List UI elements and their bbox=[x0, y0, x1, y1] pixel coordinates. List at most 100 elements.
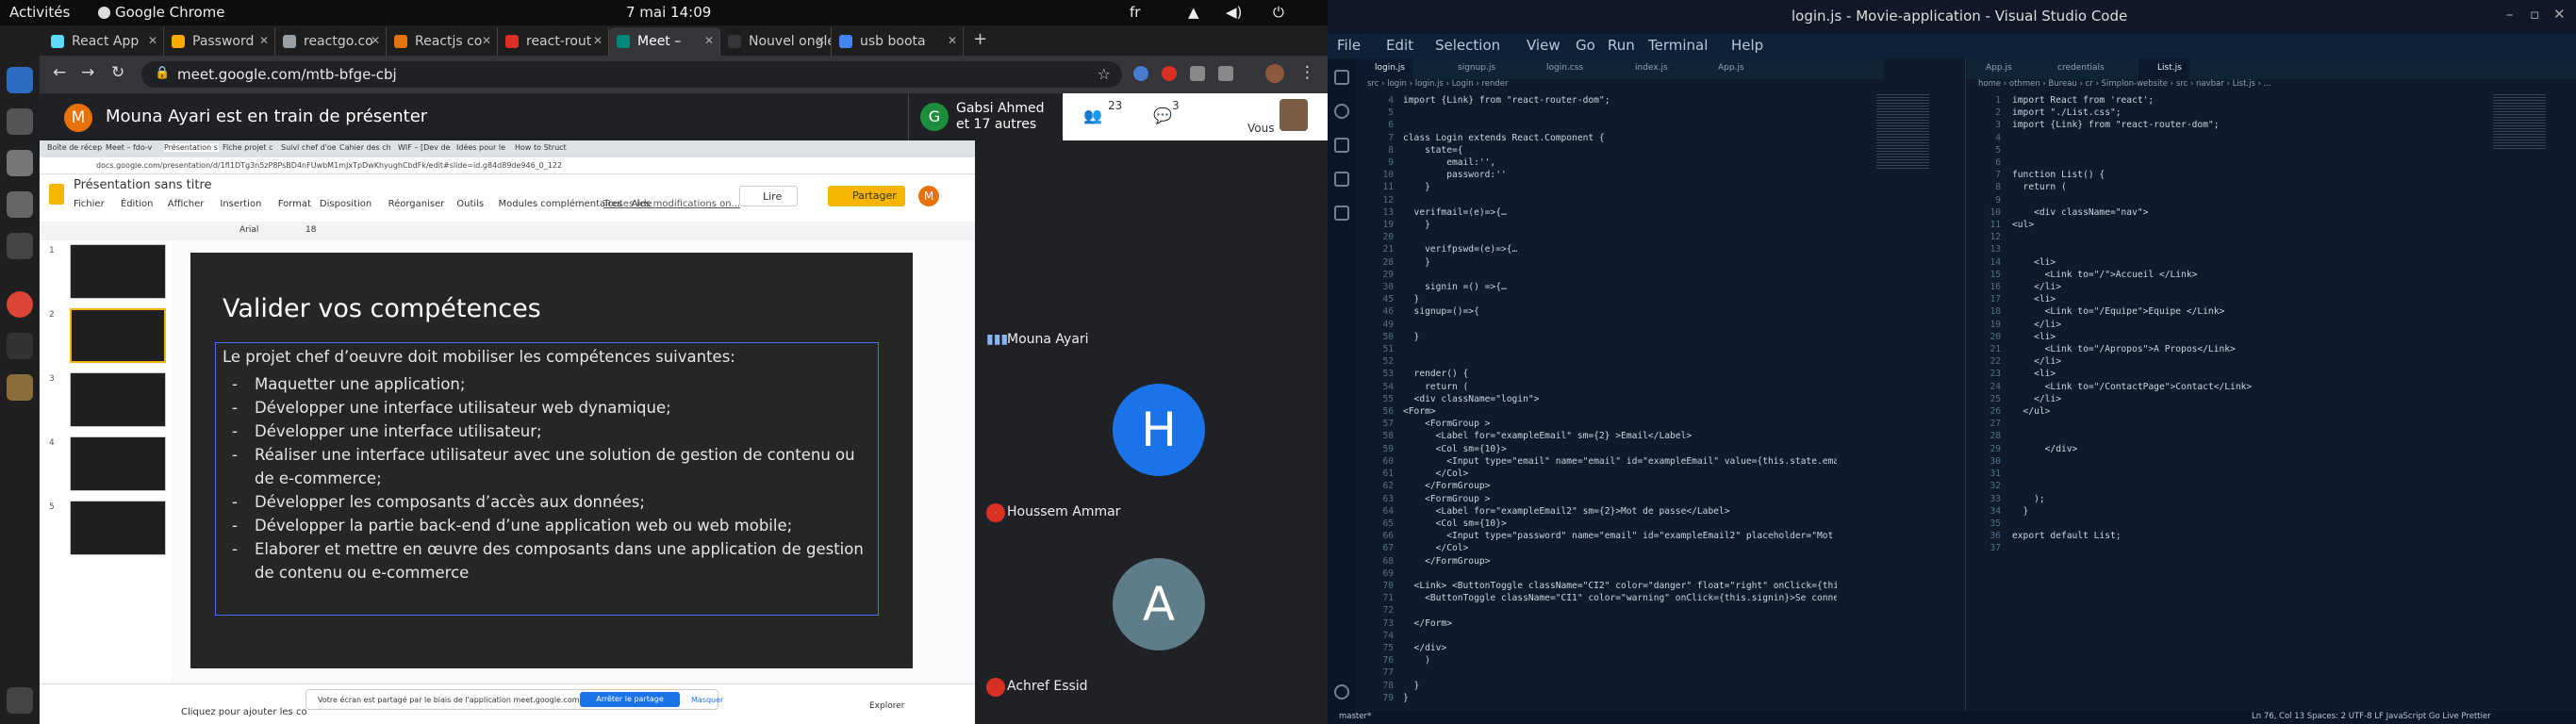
slides-menu-item[interactable]: Disposition bbox=[320, 199, 372, 209]
network-icon[interactable]: ▲ bbox=[1188, 4, 1199, 21]
git-branch[interactable]: master* bbox=[1339, 712, 1371, 721]
run-debug-icon[interactable] bbox=[1334, 172, 1349, 187]
files-dock-icon[interactable] bbox=[7, 374, 33, 401]
volume-icon[interactable]: ◀) bbox=[1226, 4, 1242, 21]
slide-thumbnail[interactable] bbox=[70, 501, 166, 555]
chrome-tab[interactable]: reactgo.co ✕ bbox=[275, 27, 387, 56]
chrome-menu-icon[interactable]: ⋮ bbox=[1299, 63, 1315, 82]
notes-placeholder[interactable]: Cliquez pour ajouter les co bbox=[181, 707, 307, 717]
slides-browser-tab[interactable]: Fiche projet c bbox=[223, 143, 277, 152]
files-dock-icon[interactable] bbox=[7, 150, 33, 176]
vscode-menu-item[interactable]: Terminal bbox=[1648, 37, 1708, 54]
slide-title[interactable]: Valider vos compétences bbox=[223, 294, 541, 323]
slides-menu-item[interactable]: Afficher bbox=[168, 199, 205, 209]
chat-icon[interactable]: 💬 bbox=[1153, 107, 1172, 124]
reload-icon[interactable]: ↻ bbox=[111, 63, 124, 82]
last-edit-link[interactable]: Toutes les modifications on... bbox=[603, 199, 740, 209]
source-control-icon[interactable] bbox=[1334, 138, 1349, 153]
extension-icon[interactable] bbox=[1190, 66, 1205, 81]
editor-tab[interactable]: credentials bbox=[2039, 58, 2112, 79]
terminal-dock-icon[interactable] bbox=[7, 108, 33, 135]
font-select[interactable]: Arial bbox=[239, 225, 258, 235]
tab-close-icon[interactable]: ✕ bbox=[148, 34, 157, 47]
vscode-menu-item[interactable]: Selection bbox=[1435, 37, 1500, 54]
tab-close-icon[interactable]: ✕ bbox=[259, 34, 269, 47]
editor-split-divider[interactable] bbox=[1965, 58, 1966, 711]
chrome-dock-icon[interactable] bbox=[7, 291, 33, 318]
slides-browser-tab[interactable]: Idées pour le bbox=[456, 143, 511, 152]
font-size-select[interactable]: 18 bbox=[305, 225, 316, 235]
extension-icon[interactable] bbox=[1218, 66, 1233, 81]
maximize-icon[interactable]: ▫ bbox=[2530, 6, 2539, 23]
power-icon[interactable]: ⏻ bbox=[1273, 4, 1284, 21]
tab-close-icon[interactable]: ✕ bbox=[482, 34, 491, 47]
new-tab-icon[interactable]: + bbox=[973, 29, 987, 49]
minimap-right[interactable] bbox=[2493, 94, 2546, 151]
slide-thumbnail[interactable] bbox=[70, 244, 166, 299]
explorer-icon[interactable] bbox=[1334, 70, 1349, 85]
vscode-menu-item[interactable]: File bbox=[1337, 37, 1361, 54]
slides-browser-tab[interactable]: Présentation s bbox=[164, 143, 219, 152]
slide-thumbnail[interactable] bbox=[70, 436, 166, 491]
hide-notice-button[interactable]: Masquer bbox=[691, 696, 723, 704]
app-dock-icon[interactable] bbox=[7, 233, 33, 259]
clock[interactable]: 7 mai 14:09 bbox=[626, 4, 711, 21]
vscode-dock-icon[interactable] bbox=[7, 67, 33, 93]
tab-close-icon[interactable]: ✕ bbox=[704, 34, 714, 47]
slides-browser-tab[interactable]: Meet – fdo-v bbox=[106, 143, 160, 152]
active-app-name[interactable]: Google Chrome bbox=[115, 4, 225, 21]
settings-gear-icon[interactable] bbox=[1334, 684, 1349, 699]
search-icon[interactable] bbox=[1334, 104, 1349, 119]
document-title[interactable]: Présentation sans titre bbox=[74, 178, 212, 192]
tab-close-icon[interactable]: ✕ bbox=[371, 34, 380, 47]
editor-tab[interactable]: App.js bbox=[1967, 58, 2020, 79]
explore-button[interactable]: Explorer bbox=[869, 701, 904, 711]
slide-thumbnail[interactable] bbox=[70, 308, 166, 363]
people-icon[interactable]: 👥 bbox=[1083, 107, 1102, 124]
editor-tab[interactable]: List.js bbox=[2138, 58, 2189, 79]
extension-icon[interactable] bbox=[1162, 66, 1177, 81]
slides-browser-tab[interactable]: Suivi chef d'oe bbox=[281, 143, 336, 152]
show-apps-dock-icon[interactable] bbox=[7, 687, 33, 714]
chrome-tab[interactable]: usb boota ✕ bbox=[832, 27, 964, 56]
bookmark-star-icon[interactable]: ☆ bbox=[1098, 65, 1111, 83]
minimize-icon[interactable]: – bbox=[2506, 6, 2514, 23]
slides-menu-item[interactable]: Format bbox=[278, 199, 311, 209]
status-right-items[interactable]: Ln 76, Col 13 Spaces: 2 UTF-8 LF JavaScr… bbox=[2252, 712, 2491, 721]
vscode-menu-item[interactable]: Go bbox=[1576, 37, 1595, 54]
chrome-tab[interactable]: Nouvel onglet ✕ bbox=[720, 27, 832, 56]
share-button[interactable]: Partager bbox=[828, 186, 905, 206]
chrome-tab[interactable]: Password ✕ bbox=[164, 27, 275, 56]
tab-close-icon[interactable]: ✕ bbox=[948, 34, 957, 47]
editor-tab[interactable]: signup.js bbox=[1439, 58, 1503, 79]
vscode-menu-item[interactable]: Help bbox=[1731, 37, 1763, 54]
user-avatar[interactable]: M bbox=[918, 186, 939, 206]
slides-menu-item[interactable]: Insertion bbox=[220, 199, 261, 209]
input-language[interactable]: fr bbox=[1130, 4, 1140, 21]
editor-tab[interactable]: login.js bbox=[1356, 58, 1412, 79]
vscode-menu-item[interactable]: Run bbox=[1608, 37, 1635, 54]
slides-browser-tab[interactable]: How to Struct bbox=[515, 143, 570, 152]
tab-close-icon[interactable]: ✕ bbox=[593, 34, 603, 47]
present-button[interactable]: Lire bbox=[739, 186, 798, 206]
slides-browser-tab[interactable]: Boîte de récep bbox=[47, 143, 102, 152]
back-icon[interactable]: ← bbox=[53, 63, 66, 82]
editor-tab[interactable]: App.js bbox=[1699, 58, 1752, 79]
activities-button[interactable]: Activités bbox=[9, 4, 70, 21]
slides-menu-item[interactable]: Outils bbox=[456, 199, 484, 209]
chrome-tab[interactable]: Meet – ✕ bbox=[609, 27, 720, 56]
chrome-tab[interactable]: Reactjs co ✕ bbox=[387, 27, 498, 56]
tab-close-icon[interactable]: ✕ bbox=[816, 34, 825, 47]
slides-menu-item[interactable]: Réorganiser bbox=[388, 199, 445, 209]
code-editor-left[interactable]: import {Link} from "react-router-dom"; c… bbox=[1403, 94, 1837, 704]
profile-avatar[interactable] bbox=[1265, 64, 1284, 83]
slides-menu-item[interactable]: Fichier bbox=[74, 199, 105, 209]
terminal-dock-icon[interactable] bbox=[7, 333, 33, 359]
close-icon[interactable]: ✕ bbox=[2553, 6, 2566, 23]
app-dock-icon[interactable] bbox=[7, 191, 33, 218]
extension-icon[interactable] bbox=[1133, 66, 1148, 81]
extensions-icon[interactable] bbox=[1334, 206, 1349, 221]
address-bar[interactable]: 🔒 meet.google.com/mtb-bfge-cbj ☆ bbox=[141, 61, 1122, 88]
slides-browser-tab[interactable]: WIF – [Dev de bbox=[398, 143, 453, 152]
slide-thumbnail[interactable] bbox=[70, 372, 166, 427]
